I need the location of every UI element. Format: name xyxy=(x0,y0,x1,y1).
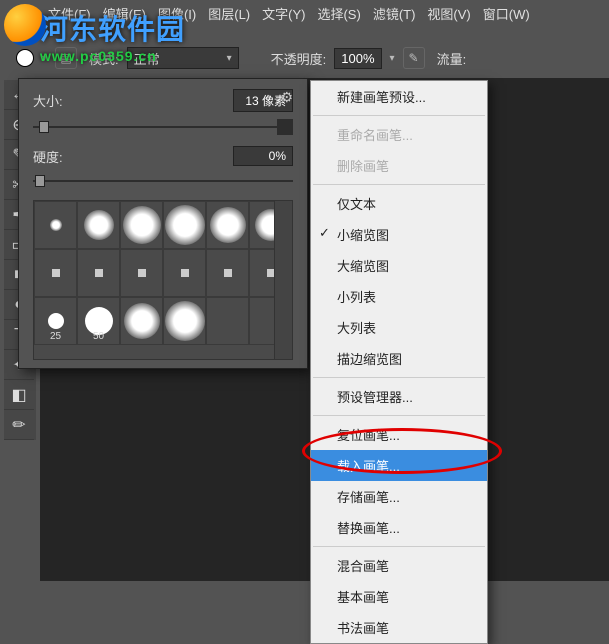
menu-filter[interactable]: 滤镜(T) xyxy=(373,4,416,23)
brush-preview-swatch[interactable] xyxy=(16,49,34,67)
size-label: 大小: xyxy=(33,91,63,110)
brush-swatch-1[interactable] xyxy=(77,201,120,249)
menu-edit[interactable]: 编辑(E) xyxy=(103,4,146,23)
scrollbar[interactable] xyxy=(274,201,292,359)
flow-label: 流量: xyxy=(437,49,467,68)
tool-11[interactable]: ✏ xyxy=(4,410,34,440)
menu-replace-brushes[interactable]: 替换画笔... xyxy=(311,512,487,543)
menu-window[interactable]: 窗口(W) xyxy=(483,4,530,23)
pressure-opacity-icon[interactable]: ✎ xyxy=(403,47,425,69)
brush-swatch-15[interactable] xyxy=(163,297,206,345)
menu-rename-brush: 重命名画笔... xyxy=(311,119,487,150)
brush-swatches: 2550 xyxy=(33,200,293,360)
opacity-label: 不透明度: xyxy=(271,49,327,68)
menu-new-brush-preset[interactable]: 新建画笔预设... xyxy=(311,81,487,112)
brush-swatch-4[interactable] xyxy=(206,201,249,249)
menu-small-list[interactable]: 小列表 xyxy=(311,281,487,312)
brush-preset-panel: ⚙ 大小: 13 像素 硬度: 0% 2550 xyxy=(18,78,308,369)
size-slider[interactable] xyxy=(33,118,293,136)
hardness-input[interactable]: 0% xyxy=(233,146,293,166)
opacity-input[interactable]: 100% xyxy=(334,48,381,69)
menu-delete-brush: 删除画笔 xyxy=(311,150,487,181)
brush-swatch-16[interactable] xyxy=(206,297,249,345)
new-preset-icon[interactable] xyxy=(277,119,293,135)
menu-save-brushes[interactable]: 存储画笔... xyxy=(311,481,487,512)
brush-swatch-6[interactable] xyxy=(34,249,77,297)
brush-flyout-menu: 新建画笔预设... 重命名画笔... 删除画笔 仅文本 小缩览图 大缩览图 小列… xyxy=(310,80,488,644)
menu-text-only[interactable]: 仅文本 xyxy=(311,188,487,219)
menu-calligraphic-brushes[interactable]: 书法画笔 xyxy=(311,612,487,643)
brush-swatch-7[interactable] xyxy=(77,249,120,297)
brush-swatch-3[interactable] xyxy=(163,201,206,249)
separator xyxy=(313,115,485,116)
brush-swatch-12[interactable]: 25 xyxy=(34,297,77,345)
menu-layer[interactable]: 图层(L) xyxy=(208,4,250,23)
mode-label: 模式: xyxy=(89,49,119,68)
separator xyxy=(313,377,485,378)
menu-load-brushes[interactable]: 载入画笔... xyxy=(311,450,487,481)
gear-icon[interactable]: ⚙ xyxy=(280,89,293,106)
menu-type[interactable]: 文字(Y) xyxy=(262,4,305,23)
brush-swatch-2[interactable] xyxy=(120,201,163,249)
separator xyxy=(313,415,485,416)
menu-image[interactable]: 图像(I) xyxy=(158,4,196,23)
watermark-logo xyxy=(4,4,46,46)
chevron-down-icon[interactable]: ▾ xyxy=(390,53,395,64)
brush-swatch-8[interactable] xyxy=(120,249,163,297)
menu-basic-brushes[interactable]: 基本画笔 xyxy=(311,581,487,612)
brush-swatch-14[interactable] xyxy=(120,297,163,345)
separator xyxy=(313,546,485,547)
brush-swatch-10[interactable] xyxy=(206,249,249,297)
options-bar: ▾ ▤ 模式: 正常 不透明度: 100% ▾ ✎ 流量: xyxy=(16,42,609,74)
main-menu: 文件(F) 编辑(E) 图像(I) 图层(L) 文字(Y) 选择(S) 滤镜(T… xyxy=(48,4,530,23)
menu-reset-brushes[interactable]: 复位画笔... xyxy=(311,419,487,450)
menu-large-thumbnail[interactable]: 大缩览图 xyxy=(311,250,487,281)
blend-mode-select[interactable]: 正常 xyxy=(127,47,239,69)
tool-10[interactable]: ◧ xyxy=(4,380,34,410)
hardness-label: 硬度: xyxy=(33,147,63,166)
menu-stroke-thumbnail[interactable]: 描边缩览图 xyxy=(311,343,487,374)
hardness-slider[interactable] xyxy=(33,172,293,190)
menu-select[interactable]: 选择(S) xyxy=(317,4,360,23)
menu-preset-manager[interactable]: 预设管理器... xyxy=(311,381,487,412)
brush-swatch-0[interactable] xyxy=(34,201,77,249)
menu-small-thumbnail[interactable]: 小缩览图 xyxy=(311,219,487,250)
chevron-down-icon[interactable]: ▾ xyxy=(42,53,47,64)
menu-large-list[interactable]: 大列表 xyxy=(311,312,487,343)
brush-swatch-13[interactable]: 50 xyxy=(77,297,120,345)
menu-file[interactable]: 文件(F) xyxy=(48,4,91,23)
menu-mixed-brushes[interactable]: 混合画笔 xyxy=(311,550,487,581)
menu-view[interactable]: 视图(V) xyxy=(427,4,470,23)
brush-swatch-9[interactable] xyxy=(163,249,206,297)
brush-panel-toggle-icon[interactable]: ▤ xyxy=(55,47,77,69)
separator xyxy=(313,184,485,185)
